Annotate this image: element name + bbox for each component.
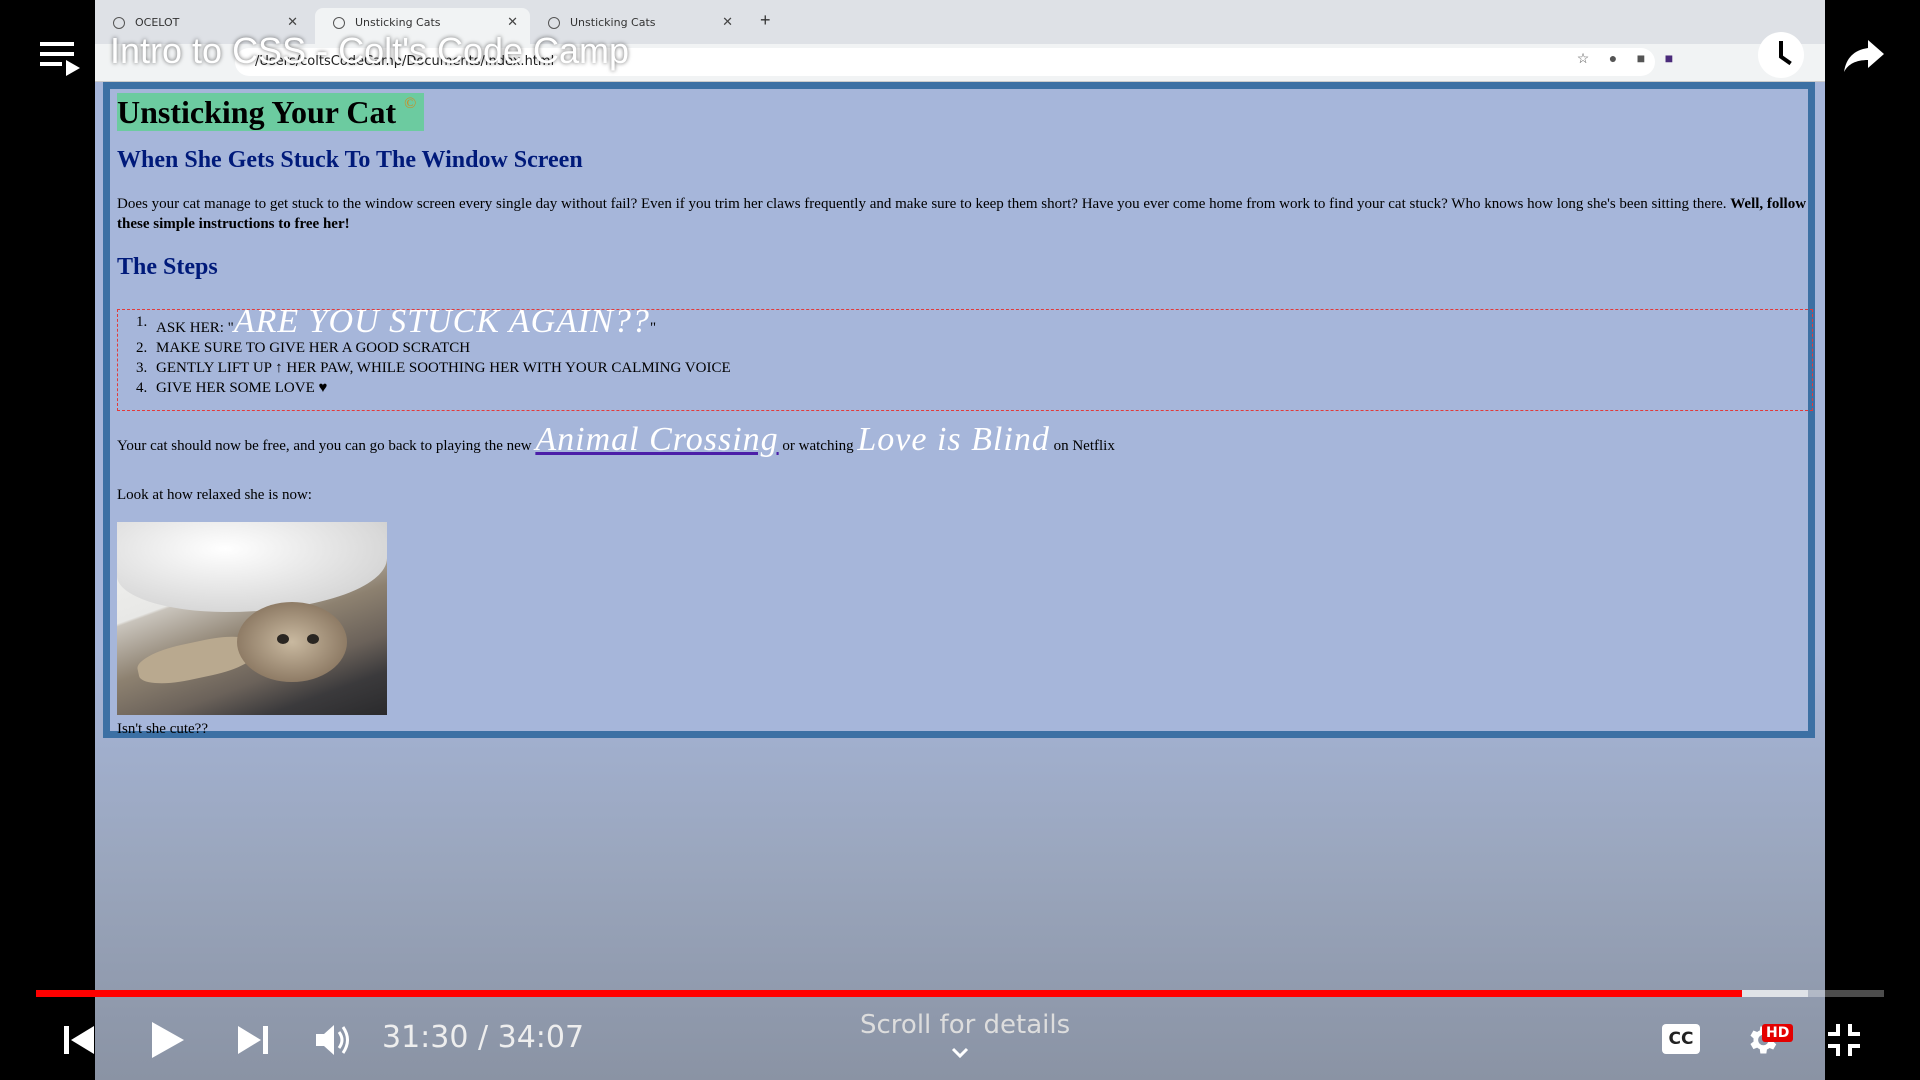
video-title[interactable]: Intro to CSS - Colt's Code Camp <box>110 30 629 72</box>
animal-crossing-link[interactable]: Animal Crossing <box>535 421 778 458</box>
relaxed-text: Look at how relaxed she is now: <box>117 487 312 503</box>
hd-badge: HD <box>1762 1024 1794 1042</box>
copyright-symbol: © <box>404 95 417 112</box>
tab-label: Unsticking Cats <box>570 16 656 29</box>
intro-paragraph: Does your cat manage to get stuck to the… <box>117 194 1812 234</box>
fancy-text: Are you stuck again?? <box>233 303 650 340</box>
list-item: 1. Ask her: "Are you stuck again??" <box>136 303 657 340</box>
globe-icon <box>333 17 345 29</box>
captions-button[interactable]: CC <box>1662 1024 1700 1054</box>
image-caption: Isn't she cute?? <box>117 721 208 737</box>
previous-icon[interactable] <box>62 1024 96 1056</box>
tab-label: OCELOT <box>135 16 180 29</box>
love-is-blind-text: Love is Blind <box>857 421 1050 458</box>
next-icon[interactable] <box>236 1024 270 1056</box>
playlist-icon[interactable] <box>40 40 80 76</box>
list-item: 3. Gently lift up ↑ her paw, while soothi… <box>136 360 731 376</box>
heading-text: Unsticking Your Cat <box>117 94 397 130</box>
video-frame: OCELOT ✕ Unsticking Cats ✕ Unsticking Ca… <box>95 0 1825 1080</box>
cat-image <box>117 522 387 715</box>
extension-icon[interactable]: ■ <box>1661 50 1677 66</box>
free-paragraph: Your cat should now be free, and you can… <box>117 421 1115 458</box>
webpage-container: Unsticking Your Cat © When She Gets Stuc… <box>103 82 1815 738</box>
extension-icon[interactable]: ■ <box>1633 50 1649 66</box>
extension-icon[interactable]: ● <box>1605 50 1621 66</box>
scroll-for-details[interactable]: Scroll for details <box>860 1010 1070 1040</box>
list-item: 2. Make sure to give her a good scratch <box>136 340 471 356</box>
subheading: When She Gets Stuck To The Window Screen <box>117 147 583 173</box>
bookmark-star-icon[interactable]: ☆ <box>1575 50 1591 66</box>
close-tab-icon[interactable]: ✕ <box>722 8 733 38</box>
tab-label: Unsticking Cats <box>355 16 441 29</box>
chevron-down-icon[interactable] <box>950 1043 970 1063</box>
steps-heading: The Steps <box>117 254 218 280</box>
volume-icon[interactable] <box>314 1022 354 1058</box>
time-display: 31:30 / 34:07 <box>382 1020 585 1055</box>
progress-bar[interactable] <box>36 990 1884 997</box>
played-bar <box>36 990 1742 997</box>
new-tab-icon[interactable]: + <box>760 10 771 31</box>
watch-later-icon[interactable] <box>1758 32 1804 78</box>
steps-list: 1. Ask her: "Are you stuck again??" 2. Mak… <box>118 303 731 398</box>
play-icon[interactable] <box>150 1020 186 1060</box>
globe-icon <box>113 17 125 29</box>
exit-fullscreen-icon[interactable] <box>1826 1022 1862 1058</box>
steps-box: 1. Ask her: "Are you stuck again??" 2. Mak… <box>117 303 1813 411</box>
share-icon[interactable] <box>1840 30 1888 78</box>
intro-text: Does your cat manage to get stuck to the… <box>117 196 1727 212</box>
page-heading: Unsticking Your Cat © <box>117 93 425 131</box>
globe-icon <box>548 17 560 29</box>
list-item: 4. Give her some love ♥ <box>136 380 328 396</box>
